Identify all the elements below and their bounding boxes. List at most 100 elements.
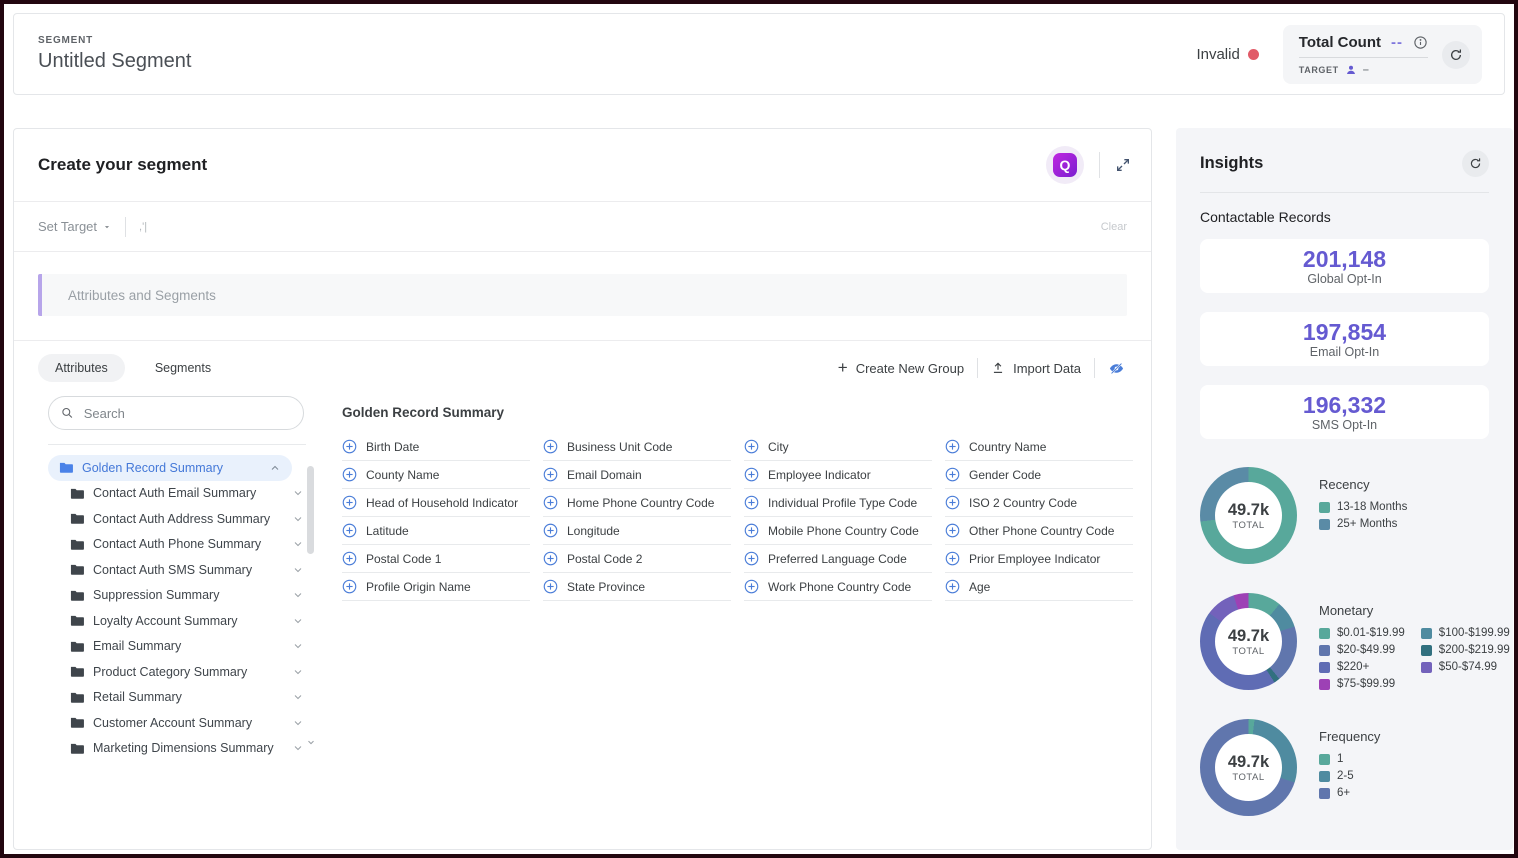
stat-card: 196,332SMS Opt-In (1200, 385, 1489, 439)
import-data-button[interactable]: Import Data (991, 361, 1081, 376)
attribute-label: Gender Code (969, 468, 1041, 482)
chevron-down-icon[interactable] (292, 666, 304, 678)
tree-scrollbar-thumb[interactable] (307, 466, 314, 554)
attribute-item[interactable]: Prior Employee Indicator (945, 545, 1133, 573)
chevron-down-icon[interactable] (292, 640, 304, 652)
stat-value: 197,854 (1303, 319, 1386, 345)
set-target-dropdown[interactable]: Set Target (38, 219, 112, 234)
legend-swatch (1421, 628, 1432, 639)
chevron-down-icon[interactable] (292, 742, 304, 754)
folder-icon (70, 487, 85, 500)
add-attribute-icon[interactable] (744, 495, 759, 510)
chevron-down-icon[interactable] (292, 717, 304, 729)
add-attribute-icon[interactable] (342, 495, 357, 510)
attribute-item[interactable]: ISO 2 Country Code (945, 489, 1133, 517)
add-attribute-icon[interactable] (543, 523, 558, 538)
tab-segments[interactable]: Segments (145, 354, 221, 382)
attribute-item[interactable]: Profile Origin Name (342, 573, 530, 601)
tree-item[interactable]: Email Summary (70, 634, 304, 660)
attribute-item[interactable]: Mobile Phone Country Code (744, 517, 932, 545)
add-attribute-icon[interactable] (342, 579, 357, 594)
add-attribute-icon[interactable] (543, 495, 558, 510)
chevron-down-icon[interactable] (292, 691, 304, 703)
attribute-item[interactable]: Head of Household Indicator (342, 489, 530, 517)
expand-icon[interactable] (1115, 157, 1131, 173)
tree-item[interactable]: Contact Auth Phone Summary (70, 532, 304, 558)
attribute-item[interactable]: Email Domain (543, 461, 731, 489)
attribute-item[interactable]: Employee Indicator (744, 461, 932, 489)
add-attribute-icon[interactable] (945, 551, 960, 566)
add-attribute-icon[interactable] (744, 467, 759, 482)
attribute-item[interactable]: Postal Code 1 (342, 545, 530, 573)
add-attribute-icon[interactable] (342, 439, 357, 454)
attribute-item[interactable]: City (744, 433, 932, 461)
tree-item[interactable]: Suppression Summary (70, 583, 304, 609)
add-attribute-icon[interactable] (543, 439, 558, 454)
tree-item-root[interactable]: Golden Record Summary (48, 455, 292, 481)
create-new-group-button[interactable]: + Create New Group (838, 361, 964, 376)
info-icon[interactable] (1413, 35, 1428, 50)
add-attribute-icon[interactable] (945, 523, 960, 538)
attribute-item[interactable]: Work Phone Country Code (744, 573, 932, 601)
tree-item[interactable]: Retail Summary (70, 685, 304, 711)
chevron-down-icon[interactable] (292, 564, 304, 576)
actions-divider-2 (1094, 358, 1095, 378)
tree-item[interactable]: Loyalty Account Summary (70, 608, 304, 634)
refresh-insights-button[interactable] (1462, 150, 1489, 177)
tree-item[interactable]: Contact Auth SMS Summary (70, 557, 304, 583)
attribute-item[interactable]: State Province (543, 573, 731, 601)
add-attribute-icon[interactable] (744, 439, 759, 454)
tree-item[interactable]: Marketing Dimensions Summary (70, 736, 304, 762)
tree-item-label: Loyalty Account Summary (93, 614, 238, 628)
search-box[interactable] (48, 396, 304, 430)
tab-attributes[interactable]: Attributes (38, 354, 125, 382)
add-attribute-icon[interactable] (945, 495, 960, 510)
add-attribute-icon[interactable] (744, 523, 759, 538)
attributes-dropzone[interactable]: Attributes and Segments (38, 274, 1127, 316)
add-attribute-icon[interactable] (543, 579, 558, 594)
add-attribute-icon[interactable] (543, 551, 558, 566)
refresh-count-button[interactable] (1442, 41, 1470, 69)
add-attribute-icon[interactable] (945, 439, 960, 454)
chevron-down-icon[interactable] (292, 615, 304, 627)
add-attribute-icon[interactable] (945, 579, 960, 594)
add-attribute-icon[interactable] (342, 551, 357, 566)
attribute-item[interactable]: Country Name (945, 433, 1133, 461)
attribute-item[interactable]: Age (945, 573, 1133, 601)
chevron-up-icon[interactable] (269, 462, 281, 474)
attribute-item[interactable]: Gender Code (945, 461, 1133, 489)
attribute-item[interactable]: County Name (342, 461, 530, 489)
chevron-down-icon[interactable] (292, 487, 304, 499)
tree-item[interactable]: Customer Account Summary (70, 710, 304, 736)
attribute-item[interactable]: Longitude (543, 517, 731, 545)
attribute-item[interactable]: Other Phone Country Code (945, 517, 1133, 545)
tree-item[interactable]: Product Category Summary (70, 659, 304, 685)
clear-button[interactable]: Clear (1101, 221, 1127, 233)
attribute-label: Head of Household Indicator (366, 496, 518, 510)
hide-preview-eye-icon[interactable] (1108, 360, 1125, 377)
legend-label: 2-5 (1337, 770, 1354, 782)
legend-item: 2-5 (1319, 770, 1380, 782)
attribute-item[interactable]: Individual Profile Type Code (744, 489, 932, 517)
assistant-logo-button[interactable]: Q (1046, 146, 1084, 184)
search-input[interactable] (82, 405, 291, 422)
attribute-item[interactable]: Preferred Language Code (744, 545, 932, 573)
add-attribute-icon[interactable] (342, 523, 357, 538)
chevron-down-icon[interactable] (292, 538, 304, 550)
chevron-down-icon[interactable] (292, 589, 304, 601)
attribute-item[interactable]: Latitude (342, 517, 530, 545)
add-attribute-icon[interactable] (543, 467, 558, 482)
tree-item[interactable]: Contact Auth Email Summary (70, 481, 304, 507)
add-attribute-icon[interactable] (744, 579, 759, 594)
attribute-item[interactable]: Postal Code 2 (543, 545, 731, 573)
attribute-item[interactable]: Birth Date (342, 433, 530, 461)
add-attribute-icon[interactable] (945, 467, 960, 482)
folder-icon (59, 461, 74, 474)
tree-item[interactable]: Contact Auth Address Summary (70, 506, 304, 532)
add-attribute-icon[interactable] (342, 467, 357, 482)
chevron-down-icon[interactable] (292, 513, 304, 525)
attribute-item[interactable]: Home Phone Country Code (543, 489, 731, 517)
add-attribute-icon[interactable] (744, 551, 759, 566)
tree-scroll-down-icon[interactable] (306, 734, 316, 752)
attribute-item[interactable]: Business Unit Code (543, 433, 731, 461)
